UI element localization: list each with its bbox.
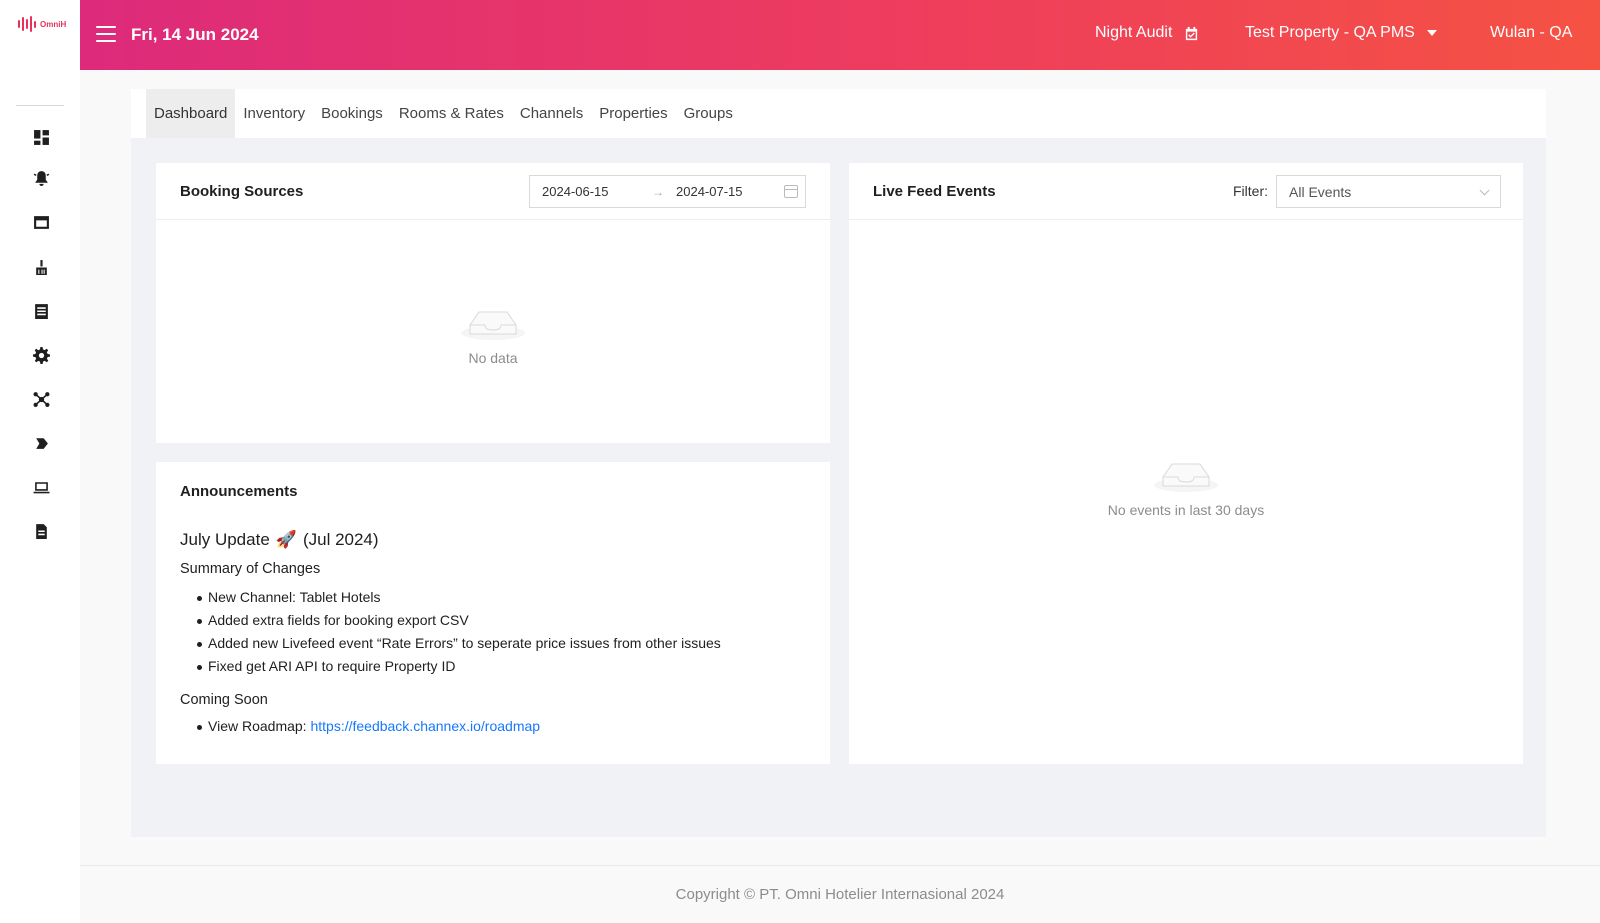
- filter-value: All Events: [1289, 183, 1352, 200]
- announcements-title: Announcements: [180, 483, 298, 500]
- caret-down-icon: [1426, 30, 1437, 36]
- empty-inbox-icon: [461, 311, 525, 340]
- property-selector[interactable]: Test Property - QA PMS: [1245, 24, 1437, 42]
- filter-label: Filter:: [1233, 183, 1268, 199]
- rocket-icon: 🚀: [275, 530, 297, 549]
- property-name: Test Property - QA PMS: [1245, 24, 1415, 41]
- network-icon[interactable]: [30, 388, 52, 410]
- bell-alert-icon[interactable]: [30, 167, 52, 189]
- live-feed-title: Live Feed Events: [873, 183, 996, 200]
- coming-list: View Roadmap: https://feedback.channex.i…: [180, 715, 800, 738]
- footer-copyright: Copyright © PT. Omni Hotelier Internasio…: [675, 886, 1005, 903]
- announcements-card: Announcements July Update 🚀 (Jul 2024) S…: [156, 462, 830, 764]
- main-content: Dashboard Inventory Bookings Rooms & Rat…: [131, 89, 1546, 837]
- list-item: New Channel: Tablet Hotels: [197, 586, 800, 609]
- broom-icon[interactable]: [30, 256, 52, 278]
- tab-groups[interactable]: Groups: [676, 89, 741, 138]
- logo-mark-icon: [18, 16, 36, 32]
- update-date: (Jul 2024): [302, 530, 379, 549]
- live-feed-empty-state: No events in last 30 days: [1086, 451, 1286, 518]
- booking-sources-title: Booking Sources: [180, 183, 304, 200]
- list-item: Fixed get ARI API to require Property ID: [197, 655, 800, 678]
- live-feed-empty-text: No events in last 30 days: [1107, 502, 1265, 518]
- tag-icon[interactable]: [30, 432, 52, 454]
- date-from-input[interactable]: 2024-06-15: [542, 184, 652, 199]
- logo-text: OmniH: [40, 19, 67, 29]
- nav-tabs: Dashboard Inventory Bookings Rooms & Rat…: [131, 89, 1546, 138]
- roadmap-link[interactable]: https://feedback.channex.io/roadmap: [310, 718, 540, 734]
- calendar-check-icon: [1186, 26, 1198, 40]
- coming-soon-heading: Coming Soon: [180, 692, 268, 708]
- live-feed-header: Live Feed Events Filter: All Events: [849, 163, 1523, 220]
- window-icon[interactable]: [30, 211, 52, 233]
- empty-inbox-icon: [1154, 463, 1218, 492]
- list-item: View Roadmap: https://feedback.channex.i…: [197, 715, 800, 738]
- tab-dashboard[interactable]: Dashboard: [146, 89, 236, 138]
- top-header: Fri, 14 Jun 2024 Night Audit Test Proper…: [80, 0, 1600, 70]
- hamburger-menu-icon[interactable]: [96, 26, 116, 42]
- list-icon[interactable]: [30, 300, 52, 322]
- user-menu[interactable]: Wulan - QA: [1490, 24, 1572, 42]
- changes-list: New Channel: Tablet Hotels Added extra f…: [180, 586, 800, 678]
- night-audit-label: Night Audit: [1095, 24, 1173, 41]
- chevron-down-icon: [1479, 185, 1490, 196]
- calendar-icon: [784, 185, 798, 198]
- gear-icon[interactable]: [30, 344, 52, 366]
- roadmap-label: View Roadmap:: [208, 718, 311, 734]
- update-title: July Update: [180, 530, 270, 549]
- tab-rooms-rates[interactable]: Rooms & Rates: [391, 89, 512, 138]
- summary-heading: Summary of Changes: [180, 561, 321, 577]
- tab-properties[interactable]: Properties: [591, 89, 675, 138]
- update-heading: July Update 🚀 (Jul 2024): [180, 530, 800, 550]
- live-feed-card: Live Feed Events Filter: All Events No e…: [849, 163, 1523, 764]
- current-date: Fri, 14 Jun 2024: [131, 25, 259, 44]
- booking-sources-card: Booking Sources 2024-06-15 → 2024-07-15 …: [156, 163, 830, 443]
- tab-channels[interactable]: Channels: [512, 89, 591, 138]
- date-to-input[interactable]: 2024-07-15: [676, 184, 776, 199]
- date-range-picker[interactable]: 2024-06-15 → 2024-07-15: [529, 175, 806, 208]
- sidebar: OmniH: [0, 0, 80, 923]
- footer-divider: [80, 865, 1600, 866]
- booking-empty-text: No data: [468, 350, 518, 366]
- list-item: Added new Livefeed event “Rate Errors” t…: [197, 632, 800, 655]
- event-filter-select[interactable]: All Events: [1276, 175, 1501, 208]
- night-audit-button[interactable]: Night Audit: [1095, 24, 1199, 42]
- list-item: Added extra fields for booking export CS…: [197, 609, 800, 632]
- sidebar-divider: [16, 105, 64, 106]
- arrow-right-icon: →: [652, 184, 664, 199]
- dashboard-icon[interactable]: [30, 126, 52, 148]
- report-icon[interactable]: [30, 520, 52, 542]
- laptop-icon[interactable]: [30, 476, 52, 498]
- omnih-logo[interactable]: OmniH: [18, 16, 66, 32]
- announcement-body: July Update 🚀 (Jul 2024) Summary of Chan…: [180, 530, 800, 752]
- tab-bookings[interactable]: Bookings: [313, 89, 391, 138]
- tab-inventory[interactable]: Inventory: [235, 89, 313, 138]
- booking-empty-state: No data: [443, 299, 543, 366]
- booking-sources-header: Booking Sources 2024-06-15 → 2024-07-15: [156, 163, 830, 220]
